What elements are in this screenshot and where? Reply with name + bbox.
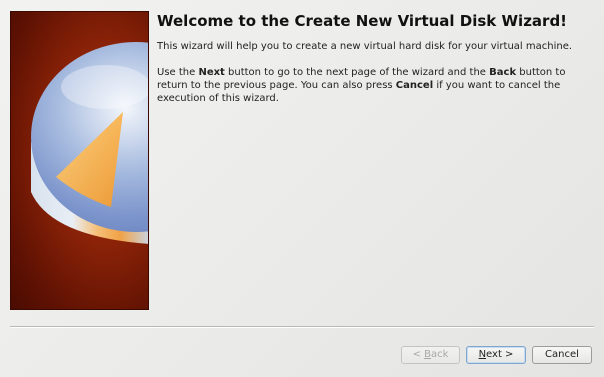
instructions-next-keyword: Next — [198, 67, 225, 78]
button-divider — [10, 326, 594, 328]
back-button-label: ack — [431, 349, 449, 360]
instructions-part: Use the — [157, 67, 199, 78]
next-button-label: ext > — [486, 349, 514, 360]
intro-text: This wizard will help you to create a ne… — [157, 41, 573, 52]
next-button-mnemonic: N — [478, 349, 487, 360]
wizard-banner-image — [10, 11, 149, 310]
virtual-disk-icon — [31, 42, 148, 244]
back-button-mnemonic: B — [424, 349, 431, 360]
next-button[interactable]: Next > — [466, 346, 526, 364]
instructions-back-keyword: Back — [489, 67, 517, 78]
back-button[interactable]: < Back — [401, 346, 460, 364]
page-title: Welcome to the Create New Virtual Disk W… — [157, 12, 568, 30]
cancel-button[interactable]: Cancel — [532, 346, 592, 364]
instructions-cancel-keyword: Cancel — [395, 80, 434, 91]
instructions-text: Use the Next button to go to the next pa… — [157, 66, 587, 105]
back-button-prefix: < — [412, 349, 425, 360]
instructions-part: button to go to the next page of the wiz… — [224, 67, 490, 78]
